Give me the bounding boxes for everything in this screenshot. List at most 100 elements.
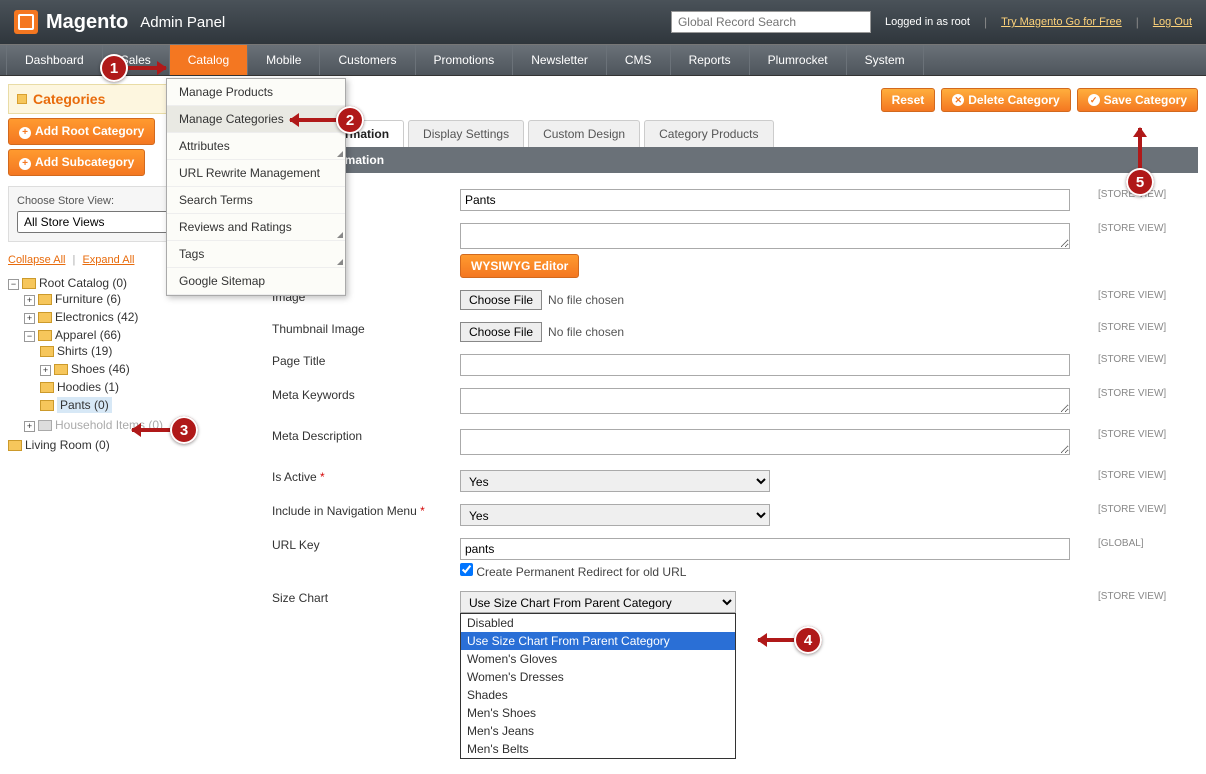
image-choose-file-button[interactable]: Choose File <box>460 290 542 310</box>
tree-furniture[interactable]: Furniture (6) <box>55 292 121 306</box>
tree-toggle[interactable]: + <box>24 313 35 324</box>
try-magento-link[interactable]: Try Magento Go for Free <box>1001 16 1122 28</box>
url-key-label: URL Key <box>260 538 460 552</box>
submenu-icon <box>337 232 343 238</box>
menu-google-sitemap[interactable]: Google Sitemap <box>167 268 345 295</box>
tab-custom-design[interactable]: Custom Design <box>528 120 640 147</box>
folder-icon <box>38 330 52 341</box>
scope-label: [STORE VIEW] <box>1098 290 1198 301</box>
global-search-input[interactable] <box>671 11 871 33</box>
tree-apparel[interactable]: Apparel (66) <box>55 328 121 342</box>
folder-icon <box>8 440 22 451</box>
tree-shirts[interactable]: Shirts (19) <box>57 344 112 358</box>
tree-pants[interactable]: Pants (0) <box>57 397 112 413</box>
menu-search-terms[interactable]: Search Terms <box>167 187 345 214</box>
meta-keywords-textarea[interactable] <box>460 388 1070 414</box>
menu-tags[interactable]: Tags <box>167 241 345 268</box>
collapse-all-link[interactable]: Collapse All <box>8 254 65 266</box>
include-nav-select[interactable]: Yes <box>460 504 770 526</box>
name-input[interactable] <box>460 189 1070 211</box>
url-key-input[interactable] <box>460 538 1070 560</box>
folder-icon <box>40 400 54 411</box>
include-nav-label: Include in Navigation Menu * <box>260 504 460 518</box>
expand-all-link[interactable]: Expand All <box>82 254 134 266</box>
redirect-label: Create Permanent Redirect for old URL <box>476 565 686 579</box>
size-chart-option[interactable]: Use Size Chart From Parent Category <box>461 632 735 650</box>
thumbnail-label: Thumbnail Image <box>260 322 460 336</box>
tree-toggle[interactable]: + <box>24 421 35 432</box>
description-textarea[interactable] <box>460 223 1070 249</box>
image-no-file-text: No file chosen <box>548 293 624 307</box>
tree-toggle[interactable]: + <box>24 295 35 306</box>
nav-mobile[interactable]: Mobile <box>248 45 320 75</box>
folder-icon <box>22 278 36 289</box>
magento-logo-icon <box>14 10 38 34</box>
tree-toggle[interactable]: − <box>24 331 35 342</box>
plus-icon: + <box>19 158 31 170</box>
reset-button[interactable]: Reset <box>881 88 936 112</box>
nav-customers[interactable]: Customers <box>320 45 415 75</box>
tree-shoes[interactable]: Shoes (46) <box>71 362 130 376</box>
add-subcategory-button[interactable]: +Add Subcategory <box>8 149 145 176</box>
delete-category-button[interactable]: ✕Delete Category <box>941 88 1070 112</box>
menu-attributes[interactable]: Attributes <box>167 133 345 160</box>
tab-category-products[interactable]: Category Products <box>644 120 773 147</box>
wysiwyg-editor-button[interactable]: WYSIWYG Editor <box>460 254 579 278</box>
tree-toggle[interactable]: + <box>40 365 51 376</box>
add-root-category-button[interactable]: +Add Root Category <box>8 118 155 145</box>
tree-hoodies[interactable]: Hoodies (1) <box>57 380 119 394</box>
nav-system[interactable]: System <box>847 45 924 75</box>
nav-dashboard[interactable]: Dashboard <box>6 45 103 75</box>
meta-description-label: Meta Description <box>260 429 460 443</box>
category-form: Name * [STORE VIEW] Description WYSIWYG … <box>260 173 1198 629</box>
page-title-label: Page Title <box>260 354 460 368</box>
section-header: General Information <box>260 147 1198 173</box>
nav-plumrocket[interactable]: Plumrocket <box>750 45 847 75</box>
thumbnail-choose-file-button[interactable]: Choose File <box>460 322 542 342</box>
size-chart-option[interactable]: Men's Belts <box>461 740 735 758</box>
redirect-checkbox[interactable] <box>460 563 473 576</box>
menu-manage-products[interactable]: Manage Products <box>167 79 345 106</box>
save-category-button[interactable]: ✓Save Category <box>1077 88 1198 112</box>
size-chart-option[interactable]: Men's Shoes <box>461 704 735 722</box>
size-chart-option[interactable]: Women's Dresses <box>461 668 735 686</box>
main-nav: Dashboard Sales Catalog Mobile Customers… <box>0 44 1206 76</box>
tree-electronics[interactable]: Electronics (42) <box>55 310 138 324</box>
tree-toggle[interactable]: − <box>8 279 19 290</box>
size-chart-option[interactable]: Disabled <box>461 614 735 632</box>
arrow-icon <box>1138 128 1142 168</box>
tree-root-catalog[interactable]: Root Catalog (0) <box>39 276 127 290</box>
size-chart-option[interactable]: Women's Gloves <box>461 650 735 668</box>
is-active-select[interactable]: Yes <box>460 470 770 492</box>
meta-description-textarea[interactable] <box>460 429 1070 455</box>
action-buttons: Reset ✕Delete Category ✓Save Category <box>260 84 1198 120</box>
tab-display-settings[interactable]: Display Settings <box>408 120 524 147</box>
magento-logo: Magento Admin Panel <box>14 10 225 34</box>
size-chart-option[interactable]: Shades <box>461 686 735 704</box>
menu-url-rewrite[interactable]: URL Rewrite Management <box>167 160 345 187</box>
nav-newsletter[interactable]: Newsletter <box>513 45 607 75</box>
scope-label: [STORE VIEW] <box>1098 388 1198 399</box>
scope-label: [STORE VIEW] <box>1098 504 1198 515</box>
nav-promotions[interactable]: Promotions <box>416 45 514 75</box>
admin-header: Magento Admin Panel Logged in as root | … <box>0 0 1206 44</box>
size-chart-option[interactable]: Men's Jeans <box>461 722 735 740</box>
size-chart-listbox[interactable]: Disabled Use Size Chart From Parent Cate… <box>460 613 736 759</box>
scope-label: [STORE VIEW] <box>1098 322 1198 333</box>
is-active-label: Is Active * <box>260 470 460 484</box>
arrow-icon <box>290 118 336 122</box>
nav-catalog[interactable]: Catalog <box>170 45 248 75</box>
nav-reports[interactable]: Reports <box>671 45 750 75</box>
size-chart-select[interactable]: Use Size Chart From Parent Category <box>460 591 736 613</box>
scope-label: [STORE VIEW] <box>1098 429 1198 440</box>
callout-2: 2 <box>336 106 364 134</box>
callout-1: 1 <box>100 54 128 82</box>
tree-living-room[interactable]: Living Room (0) <box>25 438 110 452</box>
page-title-input[interactable] <box>460 354 1070 376</box>
logout-link[interactable]: Log Out <box>1153 16 1192 28</box>
menu-reviews-ratings[interactable]: Reviews and Ratings <box>167 214 345 241</box>
scope-label: [STORE VIEW] <box>1098 223 1198 234</box>
nav-cms[interactable]: CMS <box>607 45 671 75</box>
category-tree: − Root Catalog (0) + Furniture (6) + Electr… <box>8 274 252 454</box>
category-tabs: General Information Display Settings Cus… <box>260 120 1198 148</box>
